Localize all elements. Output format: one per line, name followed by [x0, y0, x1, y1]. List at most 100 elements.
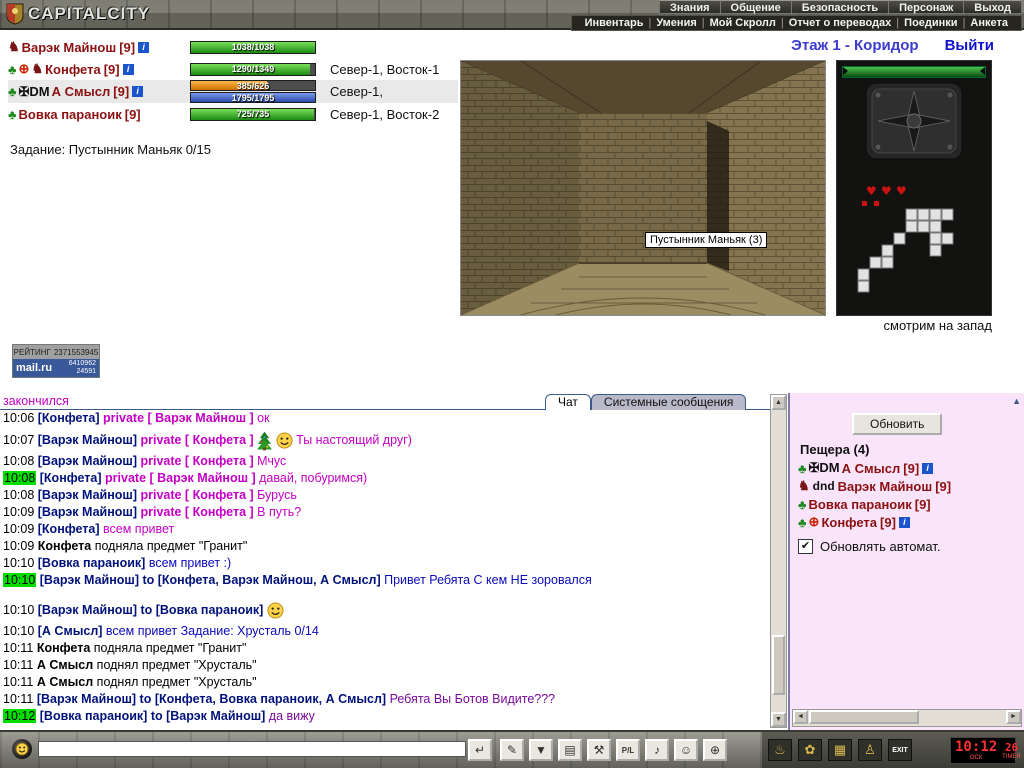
save-icon[interactable]: ▤	[558, 739, 582, 761]
sound-icon[interactable]: ♪	[645, 739, 669, 761]
chat-text: поднял предмет "Хрусталь"	[96, 675, 257, 689]
minimap-grid[interactable]: ♥ ♥ ♥	[840, 165, 988, 305]
chat-name[interactable]: [Варэк Майнош]	[38, 505, 137, 519]
menu-item-1[interactable]: Инвентарь	[580, 17, 649, 30]
globe-icon[interactable]: ⊕	[703, 739, 727, 761]
chat-name[interactable]: [Конфета]	[38, 411, 100, 425]
scroll-right-icon[interactable]: ►	[1006, 710, 1021, 724]
paint-icon[interactable]: ✿	[798, 739, 822, 761]
dungeon-view-image[interactable]	[461, 61, 825, 315]
menu-item-4[interactable]: Отчет о переводах	[784, 17, 897, 30]
info-icon[interactable]: i	[922, 462, 934, 474]
chat-input[interactable]	[38, 741, 466, 757]
chat-name[interactable]: to [Вовка параноик]	[140, 603, 263, 617]
chat-name[interactable]: [А Смысл]	[38, 624, 103, 638]
info-icon[interactable]: i	[122, 63, 134, 75]
chest-icon[interactable]: ▦	[828, 739, 852, 761]
imp-icon: ♞	[31, 61, 44, 76]
room-panel: ▲ Обновить Пещера (4) ♣ ✠DM А Смысл [9] i ♞ dn…	[788, 393, 1024, 730]
menu-item-1[interactable]: Знания	[659, 0, 721, 14]
info-icon[interactable]: i	[898, 516, 910, 528]
chat-text: Ребята Вы Ботов Видите???	[389, 692, 556, 706]
rating-badge[interactable]: РЕЙТИНГ 2371553945 mail.ru 6410962 24591	[12, 344, 100, 378]
chat-name[interactable]: to [Варэк Майнош]	[151, 709, 265, 723]
scroll-thumb[interactable]	[772, 635, 785, 695]
player-name[interactable]: Варэк Майнош	[22, 40, 117, 55]
menu-item-3[interactable]: Мой Скролл	[705, 17, 781, 30]
stamp-icon[interactable]: ✎	[500, 739, 524, 761]
chat-name[interactable]: [Варэк Майнош]	[37, 692, 136, 706]
smiley-chip-icon[interactable]: ☺	[674, 739, 698, 761]
scroll-down-icon[interactable]: ▼	[771, 712, 786, 727]
menu-item-3[interactable]: Безопасность	[790, 0, 890, 14]
player-name[interactable]: А Смысл	[52, 84, 111, 99]
refresh-button[interactable]: Обновить	[852, 413, 943, 435]
chat-message: 10:06 [Конфета] private [ Варэк Майнош ]…	[3, 410, 767, 427]
chat-name[interactable]: to [Конфета, Варэк Майнош, А Смысл]	[142, 573, 380, 587]
minimap[interactable]: ♥ ♥ ♥	[836, 60, 992, 316]
scroll-thumb[interactable]	[809, 710, 919, 724]
bottom-toolbar: ↵ ✎ ▼ ▤ ⚒ P/L ♪ ☺ ⊕ ♨ ✿ ▦ ♙ EXIT 10:12 ОСК 26 TIMER	[0, 730, 1024, 768]
chat-text: private [ Варэк Майнош ]	[103, 411, 254, 425]
timestamp: 10:06	[3, 411, 35, 425]
chat-scrollbar[interactable]: ▲ ▼	[770, 394, 787, 728]
tab-chat[interactable]: Чат	[545, 394, 591, 410]
menu-item-2[interactable]: Общение	[719, 0, 792, 14]
exit-link[interactable]: Выйти	[945, 37, 994, 54]
menu-item-5[interactable]: Поединки	[899, 17, 962, 30]
tab-system-messages[interactable]: Системные сообщения	[590, 394, 747, 410]
rating-top: РЕЙТИНГ 2371553945	[13, 345, 99, 359]
info-icon[interactable]: i	[138, 41, 150, 53]
chat-tabs: Чат Системные сообщения	[545, 394, 747, 410]
panel-scroll-up-icon[interactable]: ▲	[1012, 396, 1021, 406]
chat-name[interactable]: [Варэк Майнош]	[38, 433, 137, 447]
chat-message: 10:09 [Конфета] всем привет	[3, 521, 767, 538]
player-name[interactable]: А Смысл	[842, 461, 901, 476]
emoticons-button[interactable]	[12, 739, 32, 759]
player-name[interactable]: Варэк Майнош	[838, 479, 933, 494]
menu-item-5[interactable]: Выход	[963, 0, 1022, 14]
quest-task-text: Задание: Пустынник Маньяк 0/15	[10, 142, 212, 157]
attack-icon[interactable]: ⚒	[587, 739, 611, 761]
timestamp: 10:09	[3, 505, 35, 519]
stat-bars: 385/626 1795/1795	[190, 80, 316, 103]
bar-value: 1038/1038	[231, 41, 275, 52]
menu-item-4[interactable]: Персонаж	[888, 0, 965, 14]
player-id: ♣ ✠DM А Смысл [9] i	[8, 84, 190, 100]
smiley-icon	[267, 602, 284, 619]
mug-icon[interactable]: ♨	[768, 739, 792, 761]
player-name[interactable]: Конфета	[821, 515, 877, 530]
player-id: ♞ Варэк Майнош [9] i	[8, 39, 190, 55]
filter-icon[interactable]: ▼	[529, 739, 553, 761]
logo[interactable]: CAPITALCITY	[6, 3, 150, 25]
dm-icon: ✠DM	[808, 460, 840, 475]
menu-item-2[interactable]: Умения	[651, 17, 701, 30]
scroll-up-icon[interactable]: ▲	[771, 395, 786, 410]
pl-icon[interactable]: P/L	[616, 739, 640, 761]
chat-message: 10:11 Конфета подняла предмет "Гранит"	[3, 640, 767, 657]
figure-icon[interactable]: ♙	[858, 739, 882, 761]
clock-label-right: TIMER	[1002, 753, 1021, 760]
room-horizontal-scrollbar[interactable]: ◄ ►	[792, 709, 1022, 727]
auto-refresh-checkbox[interactable]: ✔	[798, 539, 813, 554]
chat-name[interactable]: [Вовка параноик]	[38, 556, 146, 570]
chat-name[interactable]: [Варэк Майнош]	[38, 488, 137, 502]
chat-name[interactable]: [Варэк Майнош]	[40, 573, 139, 587]
menu-item-6[interactable]: Анкета	[965, 17, 1013, 30]
player-name[interactable]: Вовка параноик	[19, 107, 122, 122]
chat-name[interactable]: [Варэк Майнош]	[38, 603, 137, 617]
compass-icon	[865, 82, 963, 160]
chat-name[interactable]: [Варэк Майнош]	[38, 454, 137, 468]
chat-name[interactable]: to [Конфета, Вовка параноик, А Смысл]	[140, 692, 387, 706]
chat-name[interactable]: [Вовка параноик]	[40, 709, 148, 723]
player-location: Север-1,	[330, 84, 384, 99]
chat-name[interactable]: [Конфета]	[38, 522, 100, 536]
scroll-left-icon[interactable]: ◄	[793, 710, 808, 724]
dungeon-view[interactable]: Пустынник Маньяк (3)	[460, 60, 826, 316]
info-icon[interactable]: i	[132, 86, 144, 97]
send-message-icon[interactable]: ↵	[468, 739, 492, 761]
player-name[interactable]: Вовка параноик	[809, 497, 912, 512]
player-name[interactable]: Конфета	[45, 62, 101, 77]
exit-icon[interactable]: EXIT	[888, 739, 912, 761]
chat-name[interactable]: [Конфета]	[40, 471, 102, 485]
